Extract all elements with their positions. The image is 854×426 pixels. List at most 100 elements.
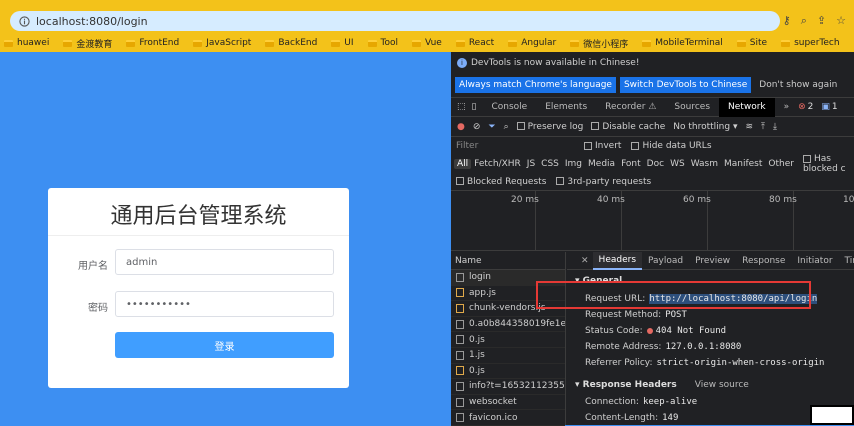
upload-icon[interactable]: ⤒ (761, 122, 765, 132)
response-headers-section-header[interactable]: ▾ Response HeadersView source (575, 380, 749, 390)
browser-toolbar: localhost:8080/login ⚷ ⌕ ⇪ ☆ (0, 8, 854, 34)
hide-data-urls-checkbox[interactable]: Hide data URLs (631, 141, 711, 151)
zoom-icon[interactable]: ⌕ (801, 14, 807, 28)
bookmark-item[interactable]: huawei (0, 38, 59, 48)
checkbox-box (631, 142, 639, 150)
inspect-icon[interactable]: ⬚ (457, 102, 466, 112)
switch-language-button[interactable]: Switch DevTools to Chinese (620, 77, 751, 93)
type-filter-js[interactable]: JS (524, 159, 538, 169)
bookmark-item[interactable]: JavaScript (189, 38, 261, 48)
tab-payload[interactable]: Payload (642, 252, 689, 270)
network-timeline[interactable]: 20 ms 40 ms 60 ms 80 ms 10 (451, 191, 854, 251)
view-source-link[interactable]: View source (695, 380, 749, 390)
throttling-select[interactable]: No throttling ▾ (673, 122, 737, 132)
type-filter-ws[interactable]: WS (667, 159, 688, 169)
status-code-label: Status Code: (585, 326, 643, 336)
tab-timing[interactable]: Timing (839, 252, 854, 270)
bookmark-item[interactable]: superTech (777, 38, 850, 48)
tab-elements[interactable]: Elements (536, 98, 596, 117)
bookmark-label: Site (750, 38, 767, 48)
type-filter-manifest[interactable]: Manifest (721, 159, 765, 169)
info-icon[interactable] (18, 15, 30, 27)
bookmark-item[interactable]: Tool (364, 38, 408, 48)
bookmark-item[interactable]: React (452, 38, 504, 48)
username-input[interactable]: admin (115, 249, 334, 275)
message-badge[interactable]: ▣1 (821, 102, 837, 112)
key-icon[interactable]: ⚷ (783, 14, 791, 28)
type-filter-other[interactable]: Other (765, 159, 797, 169)
request-row[interactable]: websocket (451, 395, 565, 411)
tab-preview[interactable]: Preview (689, 252, 736, 270)
wifi-icon[interactable]: ≋ (745, 122, 753, 132)
name-column-header[interactable]: Name (451, 252, 565, 270)
filter-input[interactable]: Filter (456, 141, 574, 151)
type-filter-font[interactable]: Font (618, 159, 644, 169)
type-filter-fetchxhr[interactable]: Fetch/XHR (471, 159, 524, 169)
third-party-checkbox[interactable]: 3rd-party requests (556, 177, 651, 187)
close-icon[interactable]: ✕ (581, 256, 589, 266)
error-badge[interactable]: ⊗2 (798, 102, 813, 112)
tab-recorder[interactable]: Recorder ⚠ (596, 98, 665, 117)
tab-response[interactable]: Response (736, 252, 791, 270)
bookmark-item[interactable]: FrontEnd (122, 38, 189, 48)
type-filter-doc[interactable]: Doc (644, 159, 667, 169)
star-icon[interactable]: ☆ (836, 14, 846, 28)
type-filter-css[interactable]: CSS (538, 159, 562, 169)
login-button[interactable]: 登录 (115, 332, 334, 358)
request-url-highlight-box (536, 281, 811, 309)
address-bar[interactable]: localhost:8080/login (10, 11, 780, 31)
dont-show-again-button[interactable]: Don't show again (755, 77, 841, 93)
remote-address-value: 127.0.0.1:8080 (665, 342, 741, 352)
error-icon: ⊗ (798, 102, 806, 112)
type-filter-all[interactable]: All (454, 159, 471, 169)
bookmark-item[interactable]: UI (327, 38, 363, 48)
folder-icon (63, 40, 72, 47)
bookmark-item[interactable]: 微信小程序 (566, 37, 638, 50)
download-icon[interactable]: ⤓ (773, 122, 777, 132)
bookmark-label: MobileTerminal (655, 38, 723, 48)
share-icon[interactable]: ⇪ (817, 14, 826, 28)
filter-icon[interactable]: ⏷ (488, 122, 495, 132)
login-title: 通用后台管理系统 (48, 198, 349, 230)
blocked-requests-checkbox[interactable]: Blocked Requests (456, 177, 546, 187)
match-language-button[interactable]: Always match Chrome's language (455, 77, 616, 93)
tab-sources[interactable]: Sources (665, 98, 719, 117)
type-filter-img[interactable]: Img (562, 159, 585, 169)
bookmark-label: React (469, 38, 494, 48)
bookmark-item[interactable]: 金渡教育 (59, 37, 122, 50)
type-filter-media[interactable]: Media (585, 159, 618, 169)
clear-icon[interactable]: ⊘ (473, 122, 481, 132)
bookmark-item[interactable]: myself (850, 38, 854, 48)
status-error-icon (647, 328, 653, 334)
request-row[interactable]: favicon.ico (451, 410, 565, 426)
has-blocked-cookies-checkbox[interactable]: Has blocked c (803, 154, 854, 174)
request-row[interactable]: 0.js (451, 332, 565, 348)
bookmark-item[interactable]: BackEnd (261, 38, 327, 48)
bookmark-label: FrontEnd (139, 38, 179, 48)
invert-checkbox[interactable]: Invert (584, 141, 621, 151)
request-row[interactable]: 0.js (451, 364, 565, 380)
record-icon[interactable]: ● (457, 122, 465, 132)
bookmark-item[interactable]: Angular (504, 38, 566, 48)
request-row[interactable]: 1.js (451, 348, 565, 364)
bookmark-item[interactable]: MobileTerminal (638, 38, 733, 48)
tab-console[interactable]: Console (482, 98, 536, 117)
tab-more[interactable]: » (775, 98, 799, 117)
bookmark-item[interactable]: Site (733, 38, 777, 48)
device-icon[interactable]: ▯ (472, 102, 477, 112)
bookmark-label: Tool (381, 38, 398, 48)
tick-label: 40 ms (597, 195, 625, 205)
disable-cache-checkbox[interactable]: Disable cache (591, 122, 665, 132)
tab-network[interactable]: Network (719, 98, 775, 117)
request-row[interactable]: 0.a0b844358019fe1ec... (451, 317, 565, 333)
type-filter-wasm[interactable]: Wasm (688, 159, 721, 169)
tab-headers[interactable]: Headers (593, 252, 642, 270)
tab-initiator[interactable]: Initiator (791, 252, 838, 270)
password-input[interactable]: ••••••••••• (115, 291, 334, 317)
request-row[interactable]: info?t=1653211235520 (451, 379, 565, 395)
search-icon[interactable]: ⌕ (504, 122, 509, 132)
preserve-log-checkbox[interactable]: Preserve log (517, 122, 584, 132)
request-name: favicon.ico (469, 413, 518, 423)
bookmark-item[interactable]: Vue (408, 38, 452, 48)
devtools-tabs: ⬚ ▯ Console Elements Recorder ⚠ Sources … (451, 97, 854, 117)
